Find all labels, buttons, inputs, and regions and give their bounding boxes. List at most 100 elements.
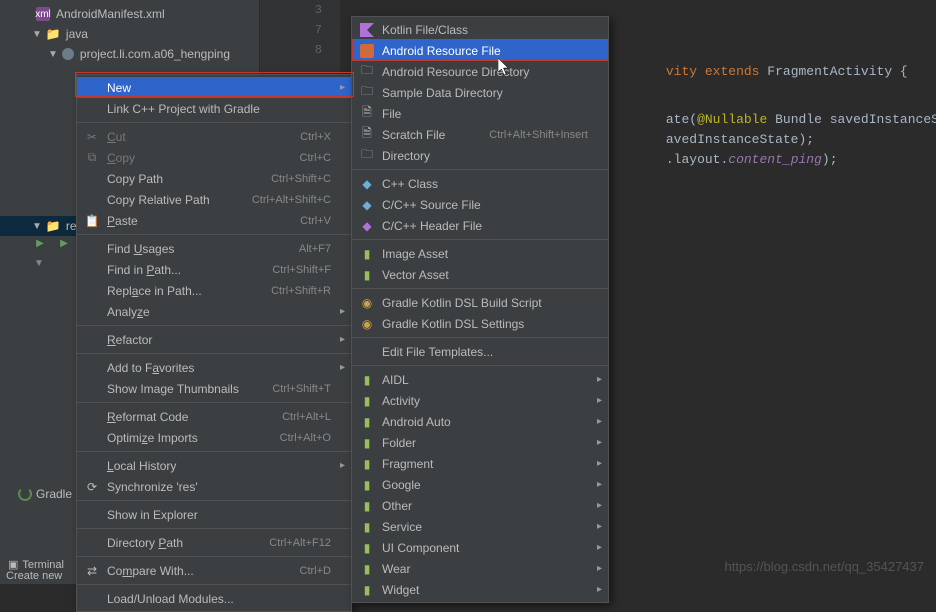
menu-synchronize[interactable]: ⟳ Synchronize 'res' <box>77 476 351 497</box>
menu-gkdsl-settings[interactable]: ◉ Gradle Kotlin DSL Settings <box>352 313 608 334</box>
xml-file-icon: xml <box>36 7 50 21</box>
menu-compare-with[interactable]: ⇄ Compare With... Ctrl+D <box>77 560 351 581</box>
android-icon: ▮ <box>358 247 376 261</box>
menu-kotlin-file[interactable]: Kotlin File/Class <box>352 19 608 40</box>
android-icon: ▮ <box>358 583 376 597</box>
menu-link-cpp[interactable]: Link C++ Project with Gradle <box>77 98 351 119</box>
menu-refactor[interactable]: Refactor <box>77 329 351 350</box>
menu-favorites[interactable]: Add to Favorites <box>77 357 351 378</box>
new-submenu[interactable]: Kotlin File/Class Android Resource File … <box>351 16 609 603</box>
menu-separator <box>77 584 351 585</box>
menu-find-in-path[interactable]: Find in Path... Ctrl+Shift+F <box>77 259 351 280</box>
menu-fragment[interactable]: ▮ Fragment <box>352 453 608 474</box>
menu-optimize-imports[interactable]: Optimize Imports Ctrl+Alt+O <box>77 427 351 448</box>
menu-image-asset[interactable]: ▮ Image Asset <box>352 243 608 264</box>
cpp-source-icon: ◆ <box>358 198 376 212</box>
caret-icon[interactable]: ▼ <box>34 258 44 269</box>
android-icon: ▮ <box>358 436 376 450</box>
package-icon <box>62 48 74 60</box>
menu-file[interactable]: 🗎 File <box>352 103 608 124</box>
android-icon: ▮ <box>358 562 376 576</box>
android-icon: ▮ <box>358 541 376 555</box>
folder-icon <box>46 219 60 233</box>
menu-replace-in-path[interactable]: Replace in Path... Ctrl+Shift+R <box>77 280 351 301</box>
menu-android-resource-file[interactable]: Android Resource File <box>352 40 608 61</box>
tree-item-manifest[interactable]: xml AndroidManifest.xml <box>0 4 259 24</box>
menu-vector-asset[interactable]: ▮ Vector Asset <box>352 264 608 285</box>
menu-gkdsl-build[interactable]: ◉ Gradle Kotlin DSL Build Script <box>352 292 608 313</box>
menu-separator <box>77 353 351 354</box>
folder-icon: 🗀 <box>358 82 376 103</box>
menu-separator <box>352 337 608 338</box>
menu-cut[interactable]: ✂ Cut Ctrl+X <box>77 126 351 147</box>
menu-analyze[interactable]: Analyze <box>77 301 351 322</box>
menu-widget[interactable]: ▮ Widget <box>352 579 608 600</box>
gradle-sync-indicator: Gradle <box>18 487 72 501</box>
sync-spinner-icon <box>18 487 32 501</box>
android-icon: ▮ <box>358 499 376 513</box>
menu-other[interactable]: ▮ Other <box>352 495 608 516</box>
android-icon: ▮ <box>358 478 376 492</box>
menu-copy-path[interactable]: Copy Path Ctrl+Shift+C <box>77 168 351 189</box>
menu-android-resource-dir[interactable]: 🗀 Android Resource Directory <box>352 61 608 82</box>
menu-folder[interactable]: ▮ Folder <box>352 432 608 453</box>
gutter-line: 8 <box>260 40 340 60</box>
menu-directory[interactable]: 🗀 Directory <box>352 145 608 166</box>
menu-aidl[interactable]: ▮ AIDL <box>352 369 608 390</box>
status-bar-text: Create new <box>6 570 62 582</box>
context-menu[interactable]: New Link C++ Project with Gradle ✂ Cut C… <box>76 74 352 612</box>
paste-icon: 📋 <box>83 214 101 228</box>
caret-icon: ▼ <box>32 29 42 40</box>
android-icon: ▮ <box>358 394 376 408</box>
menu-cpp-class[interactable]: ◆ C++ Class <box>352 173 608 194</box>
menu-separator <box>77 528 351 529</box>
menu-load-unload[interactable]: Load/Unload Modules... <box>77 588 351 609</box>
menu-google[interactable]: ▮ Google <box>352 474 608 495</box>
menu-directory-path[interactable]: Directory Path Ctrl+Alt+F12 <box>77 532 351 553</box>
menu-separator <box>77 500 351 501</box>
sync-icon: ⟳ <box>83 480 101 494</box>
menu-thumbnails[interactable]: Show Image Thumbnails Ctrl+Shift+T <box>77 378 351 399</box>
scratch-icon: 🗎 <box>358 124 376 145</box>
gutter-line: 3 <box>260 0 340 20</box>
menu-separator <box>352 288 608 289</box>
gradle-icon: ◉ <box>358 317 376 331</box>
menu-separator <box>77 556 351 557</box>
menu-separator <box>77 122 351 123</box>
menu-separator <box>77 402 351 403</box>
menu-sample-data-dir[interactable]: 🗀 Sample Data Directory <box>352 82 608 103</box>
menu-copy[interactable]: ⧉ Copy Ctrl+C <box>77 147 351 168</box>
folder-icon: 🗀 <box>358 145 376 166</box>
menu-activity[interactable]: ▮ Activity <box>352 390 608 411</box>
menu-cpp-source[interactable]: ◆ C/C++ Source File <box>352 194 608 215</box>
caret-icon: ▼ <box>48 49 58 60</box>
folder-icon <box>46 27 60 41</box>
copy-icon: ⧉ <box>83 150 101 165</box>
menu-android-auto[interactable]: ▮ Android Auto <box>352 411 608 432</box>
menu-local-history[interactable]: Local History <box>77 455 351 476</box>
menu-ui-component[interactable]: ▮ UI Component <box>352 537 608 558</box>
menu-paste[interactable]: 📋 Paste Ctrl+V <box>77 210 351 231</box>
menu-scratch-file[interactable]: 🗎 Scratch File Ctrl+Alt+Shift+Insert <box>352 124 608 145</box>
diff-icon: ⇄ <box>83 564 101 578</box>
menu-separator <box>352 365 608 366</box>
menu-cpp-header[interactable]: ◆ C/C++ Header File <box>352 215 608 236</box>
tree-label: java <box>66 27 88 41</box>
menu-show-explorer[interactable]: Show in Explorer <box>77 504 351 525</box>
menu-copy-rel-path[interactable]: Copy Relative Path Ctrl+Alt+Shift+C <box>77 189 351 210</box>
menu-separator <box>352 169 608 170</box>
android-icon: ▮ <box>358 268 376 282</box>
menu-new[interactable]: New <box>77 77 351 98</box>
menu-find-usages[interactable]: Find Usages Alt+F7 <box>77 238 351 259</box>
menu-separator <box>77 451 351 452</box>
tree-item-package[interactable]: ▼ project.li.com.a06_hengping <box>0 44 259 64</box>
menu-separator <box>352 239 608 240</box>
menu-wear[interactable]: ▮ Wear <box>352 558 608 579</box>
tree-item-java[interactable]: ▼ java <box>0 24 259 44</box>
menu-service[interactable]: ▮ Service <box>352 516 608 537</box>
menu-reformat[interactable]: Reformat Code Ctrl+Alt+L <box>77 406 351 427</box>
kotlin-icon <box>358 23 376 37</box>
menu-edit-templates[interactable]: Edit File Templates... <box>352 341 608 362</box>
android-icon: ▮ <box>358 457 376 471</box>
gutter-line: 7 <box>260 20 340 40</box>
